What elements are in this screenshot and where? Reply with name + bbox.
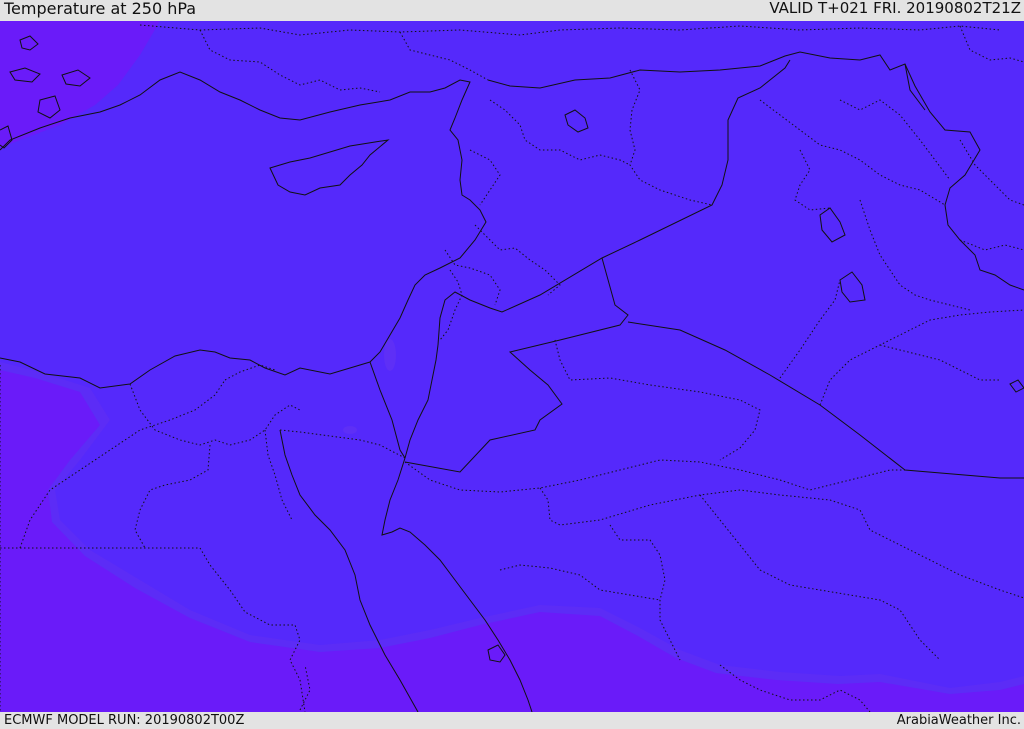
field-blob <box>384 339 396 371</box>
map-title: Temperature at 250 hPa <box>4 0 197 18</box>
footer-bar: ECMWF MODEL RUN: 20190802T00Z ArabiaWeat… <box>0 712 1024 729</box>
weather-map <box>0 21 1024 712</box>
map-canvas <box>0 21 1024 712</box>
header-bar: Temperature at 250 hPa VALID T+021 FRI. … <box>0 0 1024 21</box>
field-blob <box>343 426 357 434</box>
credit-label: ArabiaWeather Inc. <box>896 713 1021 728</box>
model-run-label: ECMWF MODEL RUN: 20190802T00Z <box>4 713 245 728</box>
valid-time-label: VALID T+021 FRI. 20190802T21Z <box>769 0 1021 17</box>
